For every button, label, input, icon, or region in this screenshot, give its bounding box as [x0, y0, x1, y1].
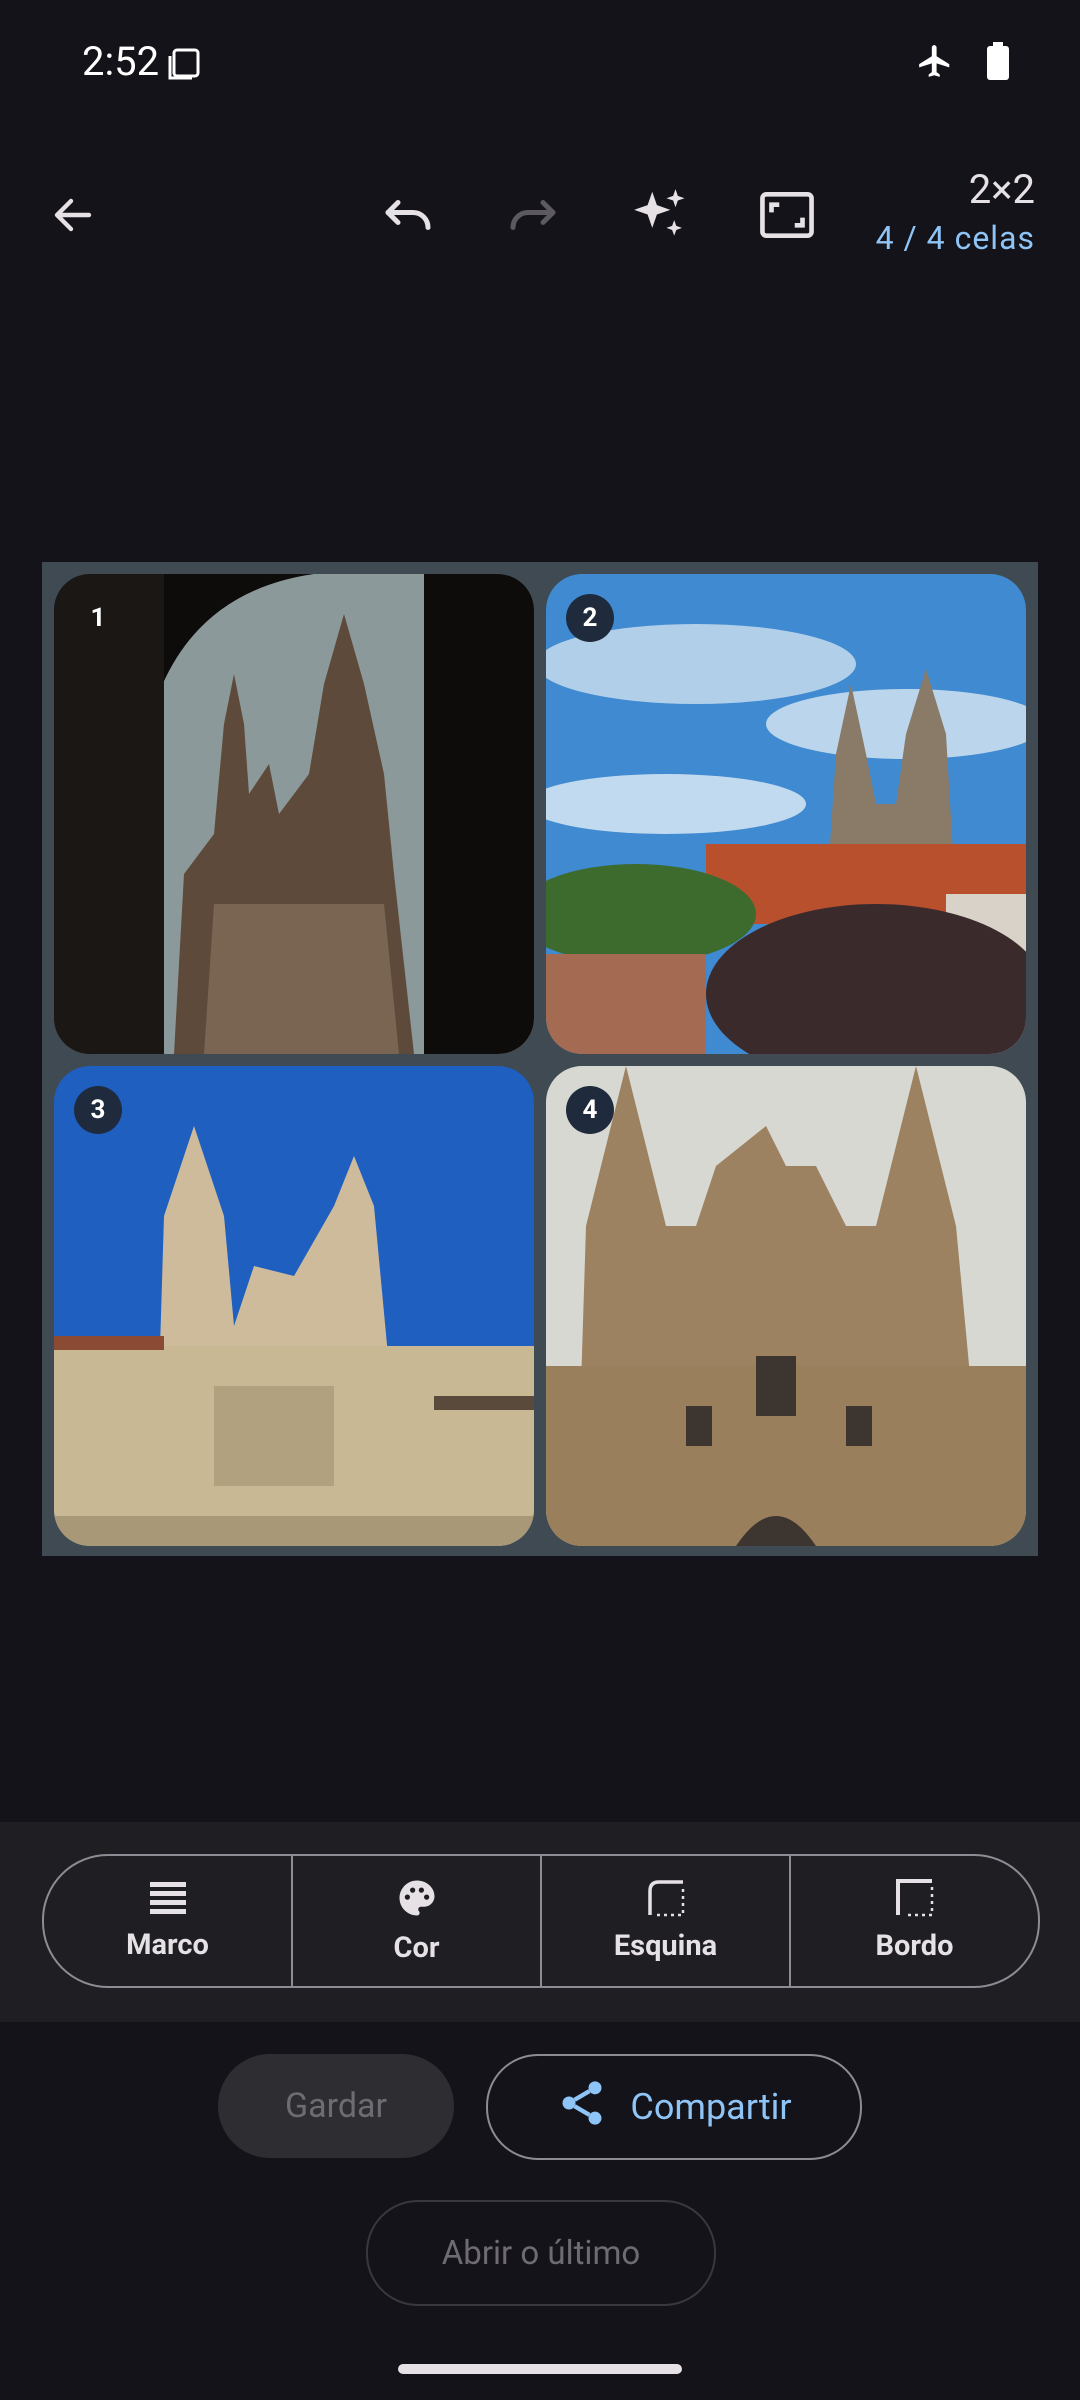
collage-frame: 1 2 3 4: [42, 562, 1038, 1556]
sparkle-icon[interactable]: [615, 160, 705, 270]
status-time: 2:52: [82, 38, 160, 85]
airplane-mode-icon: [916, 42, 954, 84]
save-button-label: Gardar: [284, 2086, 388, 2126]
grid-info: 2×2 4 / 4 celas: [876, 166, 1035, 258]
screenshot-icon: [166, 46, 202, 86]
cathedral-photo-3: [54, 1066, 534, 1546]
home-indicator[interactable]: [398, 2364, 682, 2374]
collage-cell-3[interactable]: 3: [54, 1066, 534, 1546]
cathedral-photo-1: [54, 574, 534, 1054]
cathedral-photo-4: [546, 1066, 1026, 1546]
top-toolbar: 2×2 4 / 4 celas: [0, 160, 1080, 270]
tool-segmented-group: Marco Cor Esquina Bordo: [42, 1854, 1040, 1988]
tool-bordo-label: Bordo: [875, 1929, 954, 1963]
battery-icon: [986, 42, 1010, 84]
status-bar: 2:52: [0, 0, 1080, 130]
collage-cell-1[interactable]: 1: [54, 574, 534, 1054]
tool-esquina-label: Esquina: [613, 1929, 718, 1963]
corner-icon: [647, 1879, 685, 1921]
tool-bordo-button[interactable]: Bordo: [791, 1856, 1038, 1986]
palette-icon: [396, 1877, 438, 1923]
tool-esquina-button[interactable]: Esquina: [542, 1856, 791, 1986]
tool-panel: Marco Cor Esquina Bordo: [0, 1822, 1080, 2022]
aspect-ratio-icon[interactable]: [742, 160, 832, 270]
open-last-button-label: Abrir o último: [441, 2233, 641, 2273]
open-last-button: Abrir o último: [366, 2200, 716, 2306]
redo-icon: [488, 160, 578, 270]
share-button[interactable]: Compartir: [486, 2054, 862, 2160]
tool-cor-label: Cor: [393, 1931, 440, 1965]
frame-lines-icon: [148, 1880, 188, 1920]
share-icon: [556, 2077, 608, 2138]
cell-number-badge: 1: [90, 603, 106, 633]
grid-size-label: 2×2: [968, 166, 1035, 213]
collage-cell-4[interactable]: 4: [546, 1066, 1026, 1546]
cells-count-label: 4 / 4 celas: [875, 219, 1035, 257]
border-icon: [895, 1879, 934, 1921]
back-arrow-icon[interactable]: [28, 160, 118, 270]
collage-cell-2[interactable]: 2: [546, 574, 1026, 1054]
tool-marco-label: Marco: [126, 1928, 209, 1962]
undo-icon[interactable]: [363, 160, 453, 270]
cathedral-photo-2: [546, 574, 1026, 1054]
cell-number-badge: 2: [566, 594, 614, 642]
save-button[interactable]: Gardar: [218, 2054, 454, 2158]
cell-number-badge: 3: [74, 1086, 122, 1134]
share-button-label: Compartir: [630, 2086, 792, 2128]
cell-number-badge: 4: [566, 1086, 614, 1134]
tool-marco-button[interactable]: Marco: [44, 1856, 293, 1986]
tool-cor-button[interactable]: Cor: [293, 1856, 542, 1986]
